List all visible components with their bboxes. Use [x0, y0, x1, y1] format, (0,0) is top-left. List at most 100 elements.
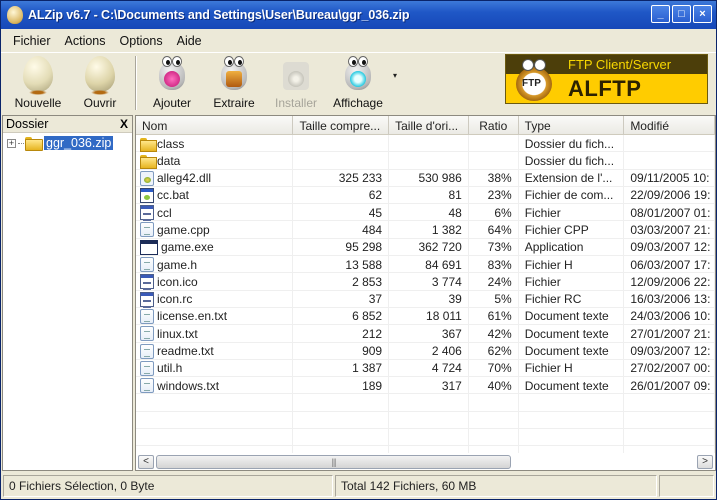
file-row[interactable]: data Dossier du fich... — [136, 152, 715, 170]
file-name-cell[interactable]: linux.txt — [136, 325, 294, 343]
original-size-cell — [389, 135, 469, 152]
file-name-cell[interactable]: readme.txt — [136, 342, 294, 360]
compressed-size-cell: 189 — [293, 377, 390, 395]
file-row[interactable]: linux.txt 212 367 42% Document texte 27/01/20… — [136, 325, 715, 343]
add-button[interactable]: Ajouter — [141, 53, 203, 113]
horizontal-scrollbar[interactable]: < ||| > — [136, 453, 715, 470]
ratio-cell — [469, 152, 519, 170]
file-name-cell[interactable]: game.cpp — [136, 221, 294, 239]
tree-item-archive[interactable]: + ggr_036.zip — [3, 135, 132, 151]
install-button[interactable]: Installer — [265, 53, 327, 113]
folder-pane: Dossier X + ggr_036.zip — [2, 115, 133, 471]
close-button[interactable]: × — [693, 5, 712, 23]
minimize-button[interactable]: _ — [651, 5, 670, 23]
column-header-name[interactable]: Nom — [136, 116, 294, 135]
type-cell: Document texte — [519, 307, 625, 325]
file-row[interactable]: ccl 45 48 6% Fichier 08/01/2007 01: — [136, 204, 715, 222]
view-mascot-icon — [342, 54, 374, 92]
modified-cell: 09/03/2007 12: — [624, 238, 715, 256]
alftp-ad-banner[interactable]: FTP FTP Client/Server ALFTP — [505, 54, 708, 104]
modified-cell: 26/01/2007 09: — [624, 377, 715, 395]
modified-cell — [624, 152, 715, 170]
file-name-cell[interactable]: ccl — [136, 204, 294, 222]
toolbar-more-arrow-icon[interactable]: ▾ — [389, 45, 401, 105]
file-row[interactable]: windows.txt 189 317 40% Document texte 26/01/… — [136, 377, 715, 395]
scroll-thumb[interactable]: ||| — [156, 454, 511, 469]
extract-button[interactable]: Extraire — [203, 53, 265, 113]
file-name-cell[interactable]: license.en.txt — [136, 307, 294, 325]
file-name-cell[interactable]: alleg42.dll — [136, 169, 294, 187]
open-archive-button[interactable]: Ouvrir — [69, 53, 131, 113]
column-header-original-size[interactable]: Taille d'ori... — [389, 116, 469, 135]
file-row[interactable]: game.h 13 588 84 691 83% Fichier H 06/03/2007… — [136, 256, 715, 274]
modified-cell: 22/09/2006 19: — [624, 186, 715, 204]
ratio-cell: 23% — [469, 186, 519, 204]
type-cell: Fichier de com... — [519, 186, 625, 204]
file-row[interactable]: alleg42.dll 325 233 530 986 38% Extension de… — [136, 169, 715, 187]
original-size-cell: 1 382 — [389, 221, 469, 239]
file-row[interactable]: class Dossier du fich... — [136, 135, 715, 153]
view-button[interactable]: Affichage — [327, 53, 389, 113]
file-name: data — [157, 153, 181, 168]
extract-label: Extraire — [213, 96, 255, 110]
file-row[interactable]: util.h 1 387 4 724 70% Fichier H 27/02/2007 0… — [136, 359, 715, 378]
file-row[interactable]: icon.ico 2 853 3 774 24% Fichier 12/09/2006 2… — [136, 273, 715, 291]
column-header-modified[interactable]: Modifié — [624, 116, 715, 135]
ratio-cell: 5% — [469, 290, 519, 308]
scroll-right-button[interactable]: > — [697, 454, 713, 469]
scroll-left-button[interactable]: < — [138, 454, 154, 469]
empty-row — [136, 429, 715, 447]
folder-pane-close-button[interactable]: X — [120, 117, 128, 131]
file-row[interactable]: game.cpp 484 1 382 64% Fichier CPP 03/03/2007… — [136, 221, 715, 239]
file-name-cell[interactable]: game.exe — [136, 238, 294, 256]
install-label: Installer — [274, 96, 318, 110]
column-header-compressed-size[interactable]: Taille compre... — [293, 116, 390, 135]
compressed-size-cell: 13 588 — [293, 256, 390, 274]
menu-options[interactable]: Options — [114, 33, 169, 49]
expand-icon[interactable]: + — [7, 138, 16, 148]
file-row[interactable]: game.exe 95 298 362 720 73% Application 09/03… — [136, 238, 715, 257]
file-row[interactable]: icon.rc 37 39 5% Fichier RC 16/03/2006 13: — [136, 290, 715, 308]
file-name: icon.ico — [157, 274, 198, 289]
file-name: icon.rc — [157, 292, 193, 307]
ratio-cell — [469, 135, 519, 152]
file-name-cell[interactable]: class — [136, 135, 294, 152]
file-name: game.exe — [161, 240, 214, 255]
new-archive-button[interactable]: Nouvelle — [7, 53, 69, 113]
compressed-size-cell: 212 — [293, 325, 390, 343]
file-name-cell[interactable]: data — [136, 152, 294, 170]
file-name-cell[interactable]: util.h — [136, 359, 294, 377]
ftp-mascot-icon: FTP — [514, 59, 554, 101]
modified-cell: 24/03/2006 10: — [624, 307, 715, 325]
type-cell: Fichier CPP — [519, 221, 625, 239]
ratio-cell: 6% — [469, 204, 519, 222]
modified-cell: 06/03/2007 17: — [624, 256, 715, 274]
file-name-cell[interactable]: icon.ico — [136, 273, 294, 291]
menu-actions[interactable]: Actions — [59, 33, 112, 49]
scroll-track[interactable]: ||| — [156, 454, 695, 469]
app-egg-icon — [7, 6, 23, 24]
text-file-icon — [140, 378, 154, 394]
ratio-cell: 38% — [469, 169, 519, 187]
menu-fichier[interactable]: Fichier — [7, 33, 57, 49]
file-name-cell[interactable]: game.h — [136, 256, 294, 274]
title-bar[interactable]: ALZip v6.7 - C:\Documents and Settings\U… — [1, 1, 716, 29]
file-row[interactable]: license.en.txt 6 852 18 011 61% Document tex… — [136, 307, 715, 326]
compressed-size-cell — [293, 152, 390, 170]
menu-aide[interactable]: Aide — [171, 33, 208, 49]
type-cell: Application — [519, 238, 625, 256]
maximize-button[interactable]: □ — [672, 5, 691, 23]
file-row[interactable]: cc.bat 62 81 23% Fichier de com... 22/09/2006… — [136, 186, 715, 205]
modified-cell: 16/03/2006 13: — [624, 290, 715, 308]
column-header-type[interactable]: Type — [519, 116, 625, 135]
ratio-cell: 42% — [469, 325, 519, 343]
file-name: readme.txt — [157, 344, 214, 359]
column-headers: Nom Taille compre... Taille d'ori... Rat… — [136, 116, 715, 135]
file-name-cell[interactable]: icon.rc — [136, 290, 294, 308]
file-name-cell[interactable]: windows.txt — [136, 377, 294, 395]
new-archive-label: Nouvelle — [14, 96, 62, 110]
column-header-ratio[interactable]: Ratio — [469, 116, 519, 135]
original-size-cell: 81 — [389, 186, 469, 204]
file-name-cell[interactable]: cc.bat — [136, 186, 294, 204]
file-row[interactable]: readme.txt 909 2 406 62% Document texte 09/03… — [136, 342, 715, 360]
